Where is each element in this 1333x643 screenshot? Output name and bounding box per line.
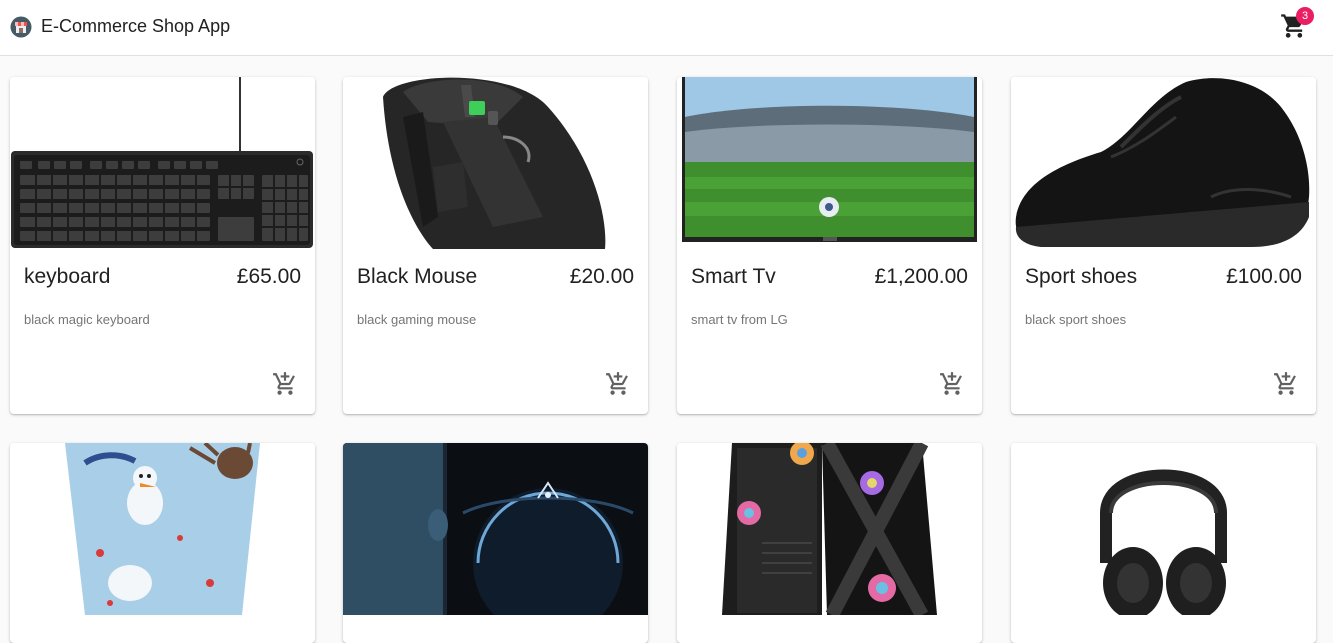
product-price: £20.00 <box>569 265 634 288</box>
add-shopping-cart-icon[interactable] <box>605 371 631 397</box>
product-card[interactable] <box>1011 443 1316 643</box>
product-card[interactable] <box>343 443 648 643</box>
product-image-headphones <box>1011 443 1316 615</box>
add-shopping-cart-icon[interactable] <box>272 371 298 397</box>
product-name: Black Mouse <box>357 265 478 288</box>
product-card[interactable]: Sport shoes £100.00 black sport shoes <box>1011 77 1316 414</box>
product-image-cup <box>10 443 315 615</box>
product-price: £100.00 <box>1226 265 1302 288</box>
product-grid: keyboard £65.00 black magic keyboard Bla… <box>0 56 1333 643</box>
cart-count-badge: 3 <box>1296 7 1314 25</box>
product-name: keyboard <box>24 265 111 288</box>
product-price: £1,200.00 <box>874 265 968 288</box>
product-price: £65.00 <box>236 265 301 288</box>
product-image-mouse <box>343 77 648 249</box>
product-card[interactable] <box>10 443 315 643</box>
product-name: Sport shoes <box>1025 265 1138 288</box>
product-name: Smart Tv <box>691 265 776 288</box>
add-shopping-cart-icon[interactable] <box>939 371 965 397</box>
product-image-shoes <box>1011 77 1316 249</box>
product-card[interactable]: keyboard £65.00 black magic keyboard <box>10 77 315 414</box>
product-card[interactable]: Black Mouse £20.00 black gaming mouse <box>343 77 648 414</box>
app-title: E-Commerce Shop App <box>41 16 231 36</box>
product-image-tv <box>677 77 982 249</box>
product-card[interactable]: Smart Tv £1,200.00 smart tv from LG <box>677 77 982 414</box>
product-image-keyboard <box>10 77 315 249</box>
product-card[interactable] <box>677 443 982 643</box>
product-description: black gaming mouse <box>357 312 477 327</box>
product-image-pc-case <box>677 443 982 615</box>
shop-logo-icon <box>10 16 32 38</box>
product-image-phone <box>343 443 648 615</box>
product-description: black sport shoes <box>1025 312 1127 327</box>
app-bar: E-Commerce Shop App 3 <box>0 0 1333 56</box>
add-shopping-cart-icon[interactable] <box>1273 371 1299 397</box>
product-description: smart tv from LG <box>691 312 788 327</box>
product-description: black magic keyboard <box>24 312 150 327</box>
